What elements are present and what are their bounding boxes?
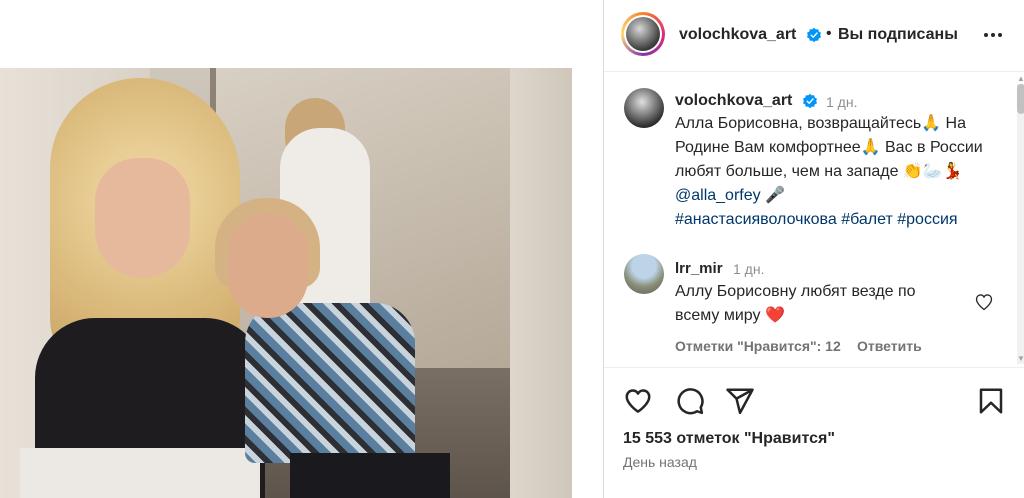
caption-body-part1: Алла Борисовна, возвращайтесь🙏 На Родине… [675,115,983,180]
header-dot-separator: • [826,25,832,42]
caption-hashtags[interactable]: #анастасияволочкова #балет #россия [675,211,958,228]
post-likes-count[interactable]: 15 553 отметок "Нравится" [623,430,835,448]
caption-verified-badge-icon [803,93,817,109]
post-header: volochkova_art • Вы подписаны [604,0,1024,72]
comment-likes-count[interactable]: Отметки "Нравится": 12 [675,338,841,354]
comment-time[interactable]: 1 дн. [733,261,764,277]
photo-person-right-face [228,213,308,318]
caption-author-avatar[interactable] [624,88,664,128]
author-username[interactable]: volochkova_art [679,26,796,44]
bookmark-icon[interactable] [976,386,1006,416]
post-actions-bar: 15 553 отметок "Нравится" День назад [604,367,1024,498]
caption-mention-link[interactable]: @alla_orfey [675,187,761,204]
photo-person-left-face [95,158,190,278]
following-status[interactable]: Вы подписаны [838,26,958,44]
post-side-panel: volochkova_art • Вы подписаны volochkova… [603,0,1024,498]
scrollbar-thumb[interactable] [1017,84,1024,114]
comment-icon[interactable] [675,386,705,416]
photo-person-left-skirt [20,448,260,498]
comment-reply-button[interactable]: Ответить [857,338,922,354]
more-options-icon[interactable] [981,23,1005,47]
photo-person-right-body [245,303,415,463]
caption-username[interactable]: volochkova_art [675,92,792,110]
commenter-username[interactable]: lrr_mir [675,260,723,277]
post-date[interactable]: День назад [623,454,697,470]
caption-text: Алла Борисовна, возвращайтесь🙏 На Родине… [675,112,995,232]
share-icon[interactable] [725,386,755,416]
caption-time[interactable]: 1 дн. [826,94,857,110]
post-media-area [0,0,603,498]
commenter-avatar[interactable] [624,254,664,294]
scroll-down-arrow-icon[interactable]: ▼ [1017,354,1024,364]
author-avatar[interactable] [621,12,665,56]
photo-person-right-pants [290,453,450,498]
scroll-up-arrow-icon[interactable]: ▲ [1017,74,1024,84]
heart-icon[interactable] [623,386,653,416]
comment-text: Аллу Борисовну любят везде по всему миру… [675,283,916,324]
caption-body-part2: 🎤 [760,187,785,204]
verified-badge-icon [807,27,821,43]
comment-like-heart-icon[interactable] [974,292,994,312]
comments-scrollbar[interactable] [1017,84,1024,364]
photo-door [510,68,572,498]
post-photo[interactable] [0,68,572,498]
